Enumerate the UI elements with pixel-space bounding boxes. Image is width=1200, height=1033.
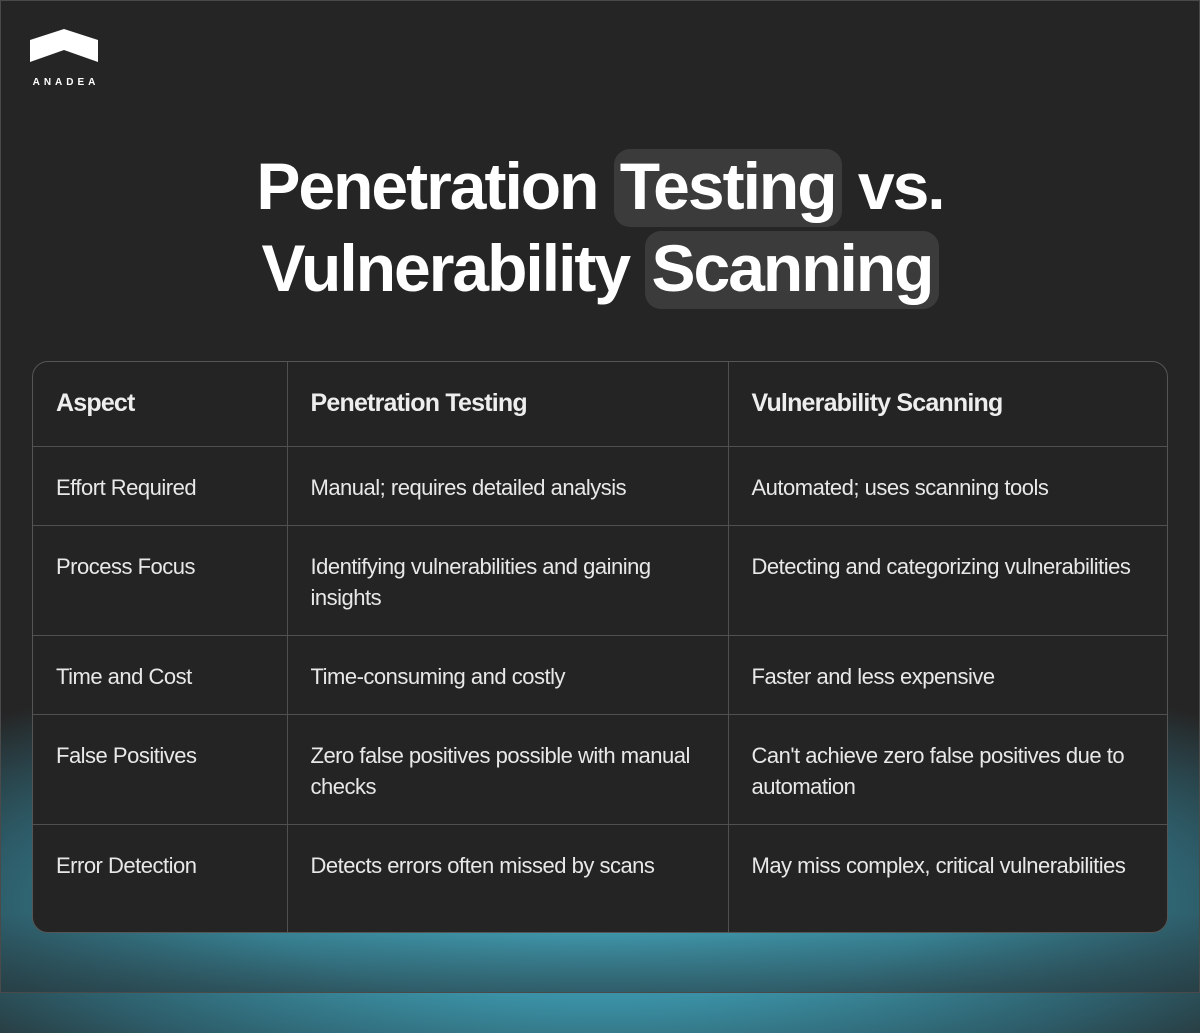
title-word-vulnerability: Vulnerability [261, 231, 631, 305]
cell-vulnerability-scanning: Faster and less expensive [728, 635, 1167, 715]
table-header-row: Aspect Penetration Testing Vulnerability… [33, 362, 1167, 447]
cell-penetration-testing: Manual; requires detailed analysis [287, 446, 729, 526]
table-row: Time and Cost Time-consuming and costly … [33, 635, 1167, 715]
cell-vulnerability-scanning: May miss complex, critical vulnerabiliti… [751, 852, 1126, 878]
cell-aspect: False Positives [33, 714, 288, 825]
comparison-table: Aspect Penetration Testing Vulnerability… [32, 361, 1168, 933]
chevron-roof-icon [30, 29, 98, 62]
cell-aspect: Error Detection [33, 824, 288, 932]
brand-name: ANADEA [32, 77, 100, 88]
cell-aspect: Effort Required [33, 446, 288, 526]
cell-penetration-testing: Identifying vulnerabilities and gaining … [287, 525, 729, 636]
table-row: Effort Required Manual; requires detaile… [33, 446, 1167, 526]
brand-logo: ANADEA [30, 29, 98, 88]
cell-vulnerability-scanning: Automated; uses scanning tools [728, 446, 1167, 526]
cell-penetration-testing: Zero false positives possible with manua… [287, 714, 729, 825]
title-word-vs: vs. [857, 149, 946, 223]
cell-vulnerability-scanning: Can't achieve zero false positives due t… [728, 714, 1167, 825]
title-highlight-testing: Testing [613, 149, 842, 227]
cell-aspect: Process Focus [33, 525, 288, 636]
cell-penetration-testing: Detects errors often missed by scans [287, 824, 729, 932]
cell-vulnerability-scanning: Detecting and categorizing vulnerabiliti… [728, 525, 1167, 636]
title-line-2: Vulnerability Scanning [0, 227, 1200, 309]
title-line-1: Penetration Testing vs. [0, 145, 1200, 227]
header-aspect: Aspect [33, 362, 288, 447]
table-row: Process Focus Identifying vulnerabilitie… [33, 525, 1167, 636]
table-row: Error Detection Detects errors often mis… [33, 824, 1167, 932]
title-word-penetration: Penetration [256, 149, 599, 223]
cell-penetration-testing: Time-consuming and costly [287, 635, 729, 715]
title-highlight-scanning: Scanning [645, 231, 939, 309]
header-penetration-testing: Penetration Testing [287, 362, 729, 447]
header-vulnerability-scanning: Vulnerability Scanning [728, 362, 1167, 447]
table-row: False Positives Zero false positives pos… [33, 714, 1167, 825]
cell-aspect: Time and Cost [33, 635, 288, 715]
page-title: Penetration Testing vs. Vulnerability Sc… [0, 145, 1200, 309]
